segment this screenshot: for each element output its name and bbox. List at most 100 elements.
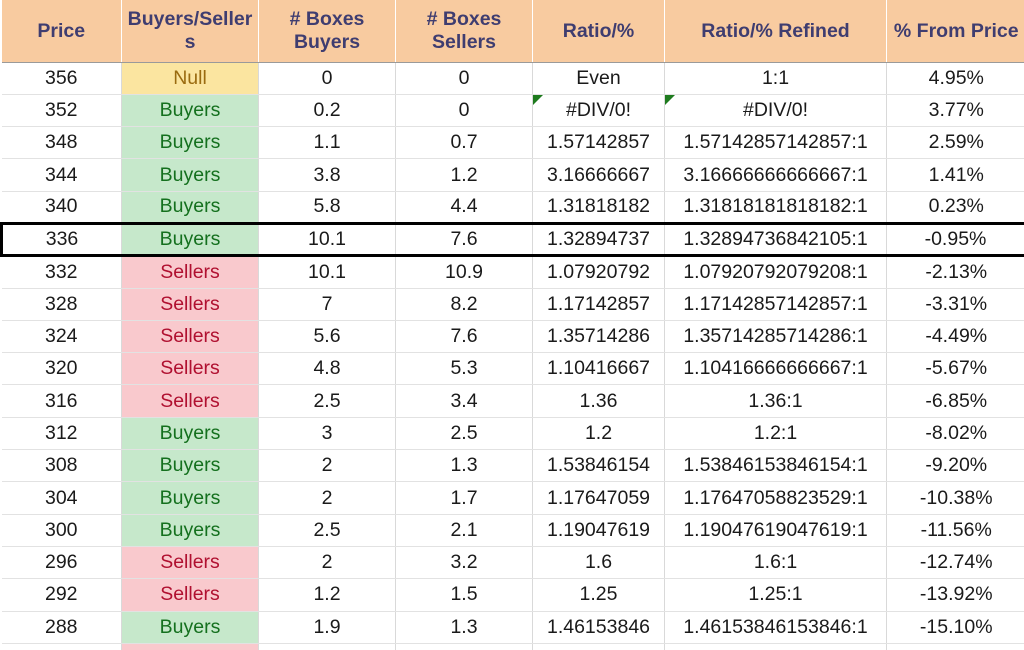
cell-bs[interactable]: Buyers <box>121 221 259 258</box>
cell-refined[interactable]: 1.46153846153846:1 <box>664 611 887 644</box>
cell-boxes_b[interactable]: 3.8 <box>258 158 396 192</box>
cell-ratio[interactable]: 1.19047619 <box>532 514 665 547</box>
cell-ratio[interactable]: 1.07920792 <box>532 255 665 289</box>
cell-price[interactable]: 340 <box>1 191 122 224</box>
table-row[interactable]: 316 Sellers 2.5 3.4 1.36 1.36:1 -6.85% <box>1 384 1024 418</box>
cell-boxes_b[interactable]: 2 <box>258 449 396 483</box>
cell-ratio[interactable]: 1.31818182 <box>532 191 665 224</box>
table-row[interactable]: 352 Buyers 0.2 0 #DIV/0! #DIV/0! 3.77% <box>1 94 1024 128</box>
cell-pct[interactable]: -5.67% <box>886 352 1024 386</box>
cell-price[interactable]: 348 <box>1 126 122 160</box>
cell-boxes_s[interactable] <box>395 643 533 650</box>
cell-boxes_b[interactable]: 2.5 <box>258 384 396 418</box>
cell-price[interactable]: 304 <box>1 481 122 515</box>
table-row[interactable]: 304 Buyers 2 1.7 1.17647059 1.17647058823529:… <box>1 481 1024 515</box>
cell-pct[interactable]: 1.41% <box>886 158 1024 192</box>
cell-refined[interactable]: 1.53846153846154:1 <box>664 449 887 483</box>
cell-pct[interactable]: -4.49% <box>886 320 1024 354</box>
cell-bs[interactable]: Buyers <box>121 94 259 128</box>
cell-pct[interactable]: -13.92% <box>886 578 1024 612</box>
cell-ratio[interactable]: 1.35714286 <box>532 320 665 354</box>
cell-ratio[interactable]: 1.32894737 <box>532 221 665 258</box>
cell-pct[interactable]: -11.56% <box>886 514 1024 547</box>
cell-refined[interactable]: 1.25:1 <box>664 578 887 612</box>
cell-pct[interactable]: 2.59% <box>886 126 1024 160</box>
cell-refined-error[interactable]: #DIV/0! <box>664 94 887 128</box>
cell-price[interactable]: 292 <box>1 578 122 612</box>
cell-boxes_s[interactable]: 1.3 <box>395 449 533 483</box>
cell-boxes_b[interactable]: 4.8 <box>258 352 396 386</box>
cell-pct[interactable]: -10.38% <box>886 481 1024 515</box>
cell-price[interactable]: 332 <box>1 255 122 289</box>
cell-boxes_s[interactable]: 1.3 <box>395 611 533 644</box>
cell-bs[interactable]: Sellers <box>121 255 259 289</box>
cell-pct[interactable]: 3.77% <box>886 94 1024 128</box>
cell-bs[interactable]: Buyers <box>121 481 259 515</box>
cell-boxes_b[interactable]: 3 <box>258 417 396 451</box>
cell-refined[interactable]: 1.6:1 <box>664 546 887 580</box>
cell-pct[interactable] <box>886 643 1024 650</box>
cell-refined[interactable]: 1.07920792079208:1 <box>664 255 887 289</box>
column-header-ratio[interactable]: Ratio/% <box>532 0 665 63</box>
cell-boxes_b[interactable]: 7 <box>258 288 396 321</box>
cell-boxes_s[interactable]: 7.6 <box>395 320 533 354</box>
cell-boxes_s[interactable]: 3.4 <box>395 384 533 418</box>
table-row[interactable]: 332 Sellers 10.1 10.9 1.07920792 1.0792079207… <box>1 255 1024 289</box>
table-row[interactable]: 344 Buyers 3.8 1.2 3.16666667 3.1666666666666… <box>1 158 1024 192</box>
cell-ratio[interactable]: 1.46153846 <box>532 611 665 644</box>
cell-boxes_b[interactable]: 2 <box>258 481 396 515</box>
cell-bs[interactable]: Sellers <box>121 578 259 612</box>
cell-price[interactable]: 324 <box>1 320 122 354</box>
cell-bs[interactable]: Sellers <box>121 546 259 580</box>
cell-boxes_b[interactable]: 1.9 <box>258 611 396 644</box>
cell-pct[interactable]: 0.23% <box>886 191 1024 224</box>
column-header-bs[interactable]: Buyers/Sellers <box>121 0 259 63</box>
cell-refined[interactable]: 1.57142857142857:1 <box>664 126 887 160</box>
cell-boxes_s[interactable]: 1.5 <box>395 578 533 612</box>
column-header-pct[interactable]: % From Price <box>886 0 1024 63</box>
cell-bs[interactable]: Buyers <box>121 449 259 483</box>
cell-refined[interactable]: 1.17142857142857:1 <box>664 288 887 321</box>
cell-boxes_s[interactable]: 2.1 <box>395 514 533 547</box>
cell-pct[interactable]: -12.74% <box>886 546 1024 580</box>
cell-ratio[interactable] <box>532 643 665 650</box>
column-header-boxes_b[interactable]: # Boxes Buyers <box>258 0 396 63</box>
cell-refined[interactable]: 1.36:1 <box>664 384 887 418</box>
cell-pct[interactable]: -0.95% <box>886 221 1024 258</box>
cell-boxes_b[interactable]: 1.1 <box>258 126 396 160</box>
cell-refined[interactable]: 3.16666666666667:1 <box>664 158 887 192</box>
cell-ratio[interactable]: 1.36 <box>532 384 665 418</box>
cell-bs[interactable]: Sellers <box>121 384 259 418</box>
cell-boxes_b[interactable]: 2.5 <box>258 514 396 547</box>
cell-price[interactable]: 320 <box>1 352 122 386</box>
cell-price[interactable]: 308 <box>1 449 122 483</box>
cell-boxes_s[interactable]: 8.2 <box>395 288 533 321</box>
cell-price[interactable]: 336 <box>0 221 122 258</box>
cell-price[interactable]: 352 <box>1 94 122 128</box>
cell-bs[interactable]: Buyers <box>121 611 259 644</box>
table-row[interactable]: 308 Buyers 2 1.3 1.53846154 1.53846153846154:… <box>1 449 1024 483</box>
cell-ratio[interactable]: 1.10416667 <box>532 352 665 386</box>
cell-ratio[interactable]: 1.53846154 <box>532 449 665 483</box>
cell-boxes_s[interactable]: 1.2 <box>395 158 533 192</box>
cell-pct[interactable]: -6.85% <box>886 384 1024 418</box>
cell-boxes_b[interactable]: 5.6 <box>258 320 396 354</box>
cell-pct[interactable]: 4.95% <box>886 62 1024 95</box>
cell-pct[interactable]: -9.20% <box>886 449 1024 483</box>
cell-boxes_s[interactable]: 3.2 <box>395 546 533 580</box>
cell-refined[interactable]: 1.31818181818182:1 <box>664 191 887 224</box>
cell-boxes_s[interactable]: 1.7 <box>395 481 533 515</box>
cell-ratio[interactable]: 1.2 <box>532 417 665 451</box>
cell-ratio[interactable]: 1.6 <box>532 546 665 580</box>
table-row[interactable]: 336 Buyers 10.1 7.6 1.32894737 1.328947368421… <box>0 221 1024 258</box>
cell-bs[interactable]: Buyers <box>121 417 259 451</box>
cell-price[interactable]: 328 <box>1 288 122 321</box>
cell-price[interactable]: 356 <box>1 62 122 95</box>
table-row[interactable]: 296 Sellers 2 3.2 1.6 1.6:1 -12.74% <box>1 546 1024 580</box>
cell-boxes_s[interactable]: 5.3 <box>395 352 533 386</box>
cell-boxes_b[interactable] <box>258 643 396 650</box>
cell-pct[interactable]: -3.31% <box>886 288 1024 321</box>
cell-boxes_s[interactable]: 2.5 <box>395 417 533 451</box>
cell-boxes_s[interactable]: 7.6 <box>395 221 533 258</box>
cell-boxes_s[interactable]: 10.9 <box>395 255 533 289</box>
